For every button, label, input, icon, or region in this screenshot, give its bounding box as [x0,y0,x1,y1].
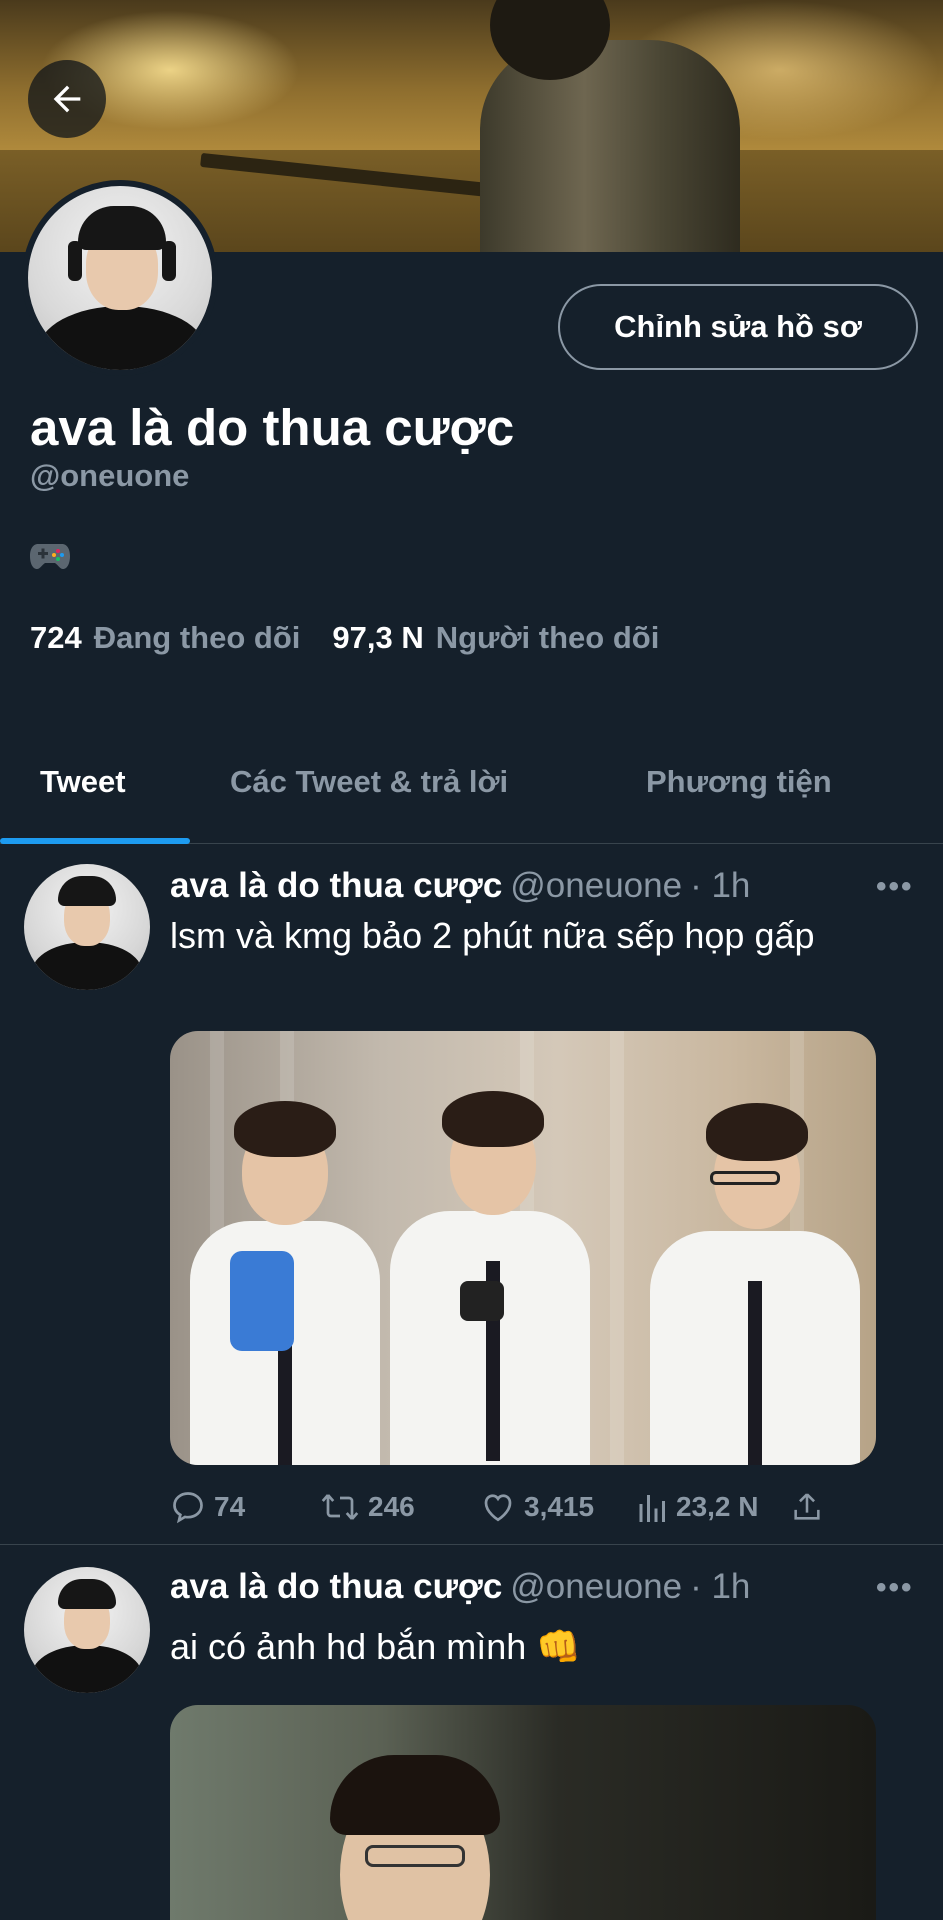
back-button[interactable] [28,60,106,138]
tab-tweets-and-replies[interactable]: Các Tweet & trả lời [230,764,508,800]
profile-screen: Chỉnh sửa hồ sơ ava là do thua cược @one… [0,0,943,1920]
tweet[interactable]: ava là do thua cược @oneuone · 1h ••• ai c… [0,1545,943,1920]
followers-count[interactable]: 97,3 N [332,620,423,656]
share-icon [794,1493,820,1520]
tweet-author-name[interactable]: ava là do thua cược [170,866,502,905]
tweet-text: lsm và kmg bảo 2 phút nữa sếp họp gấp [170,915,815,956]
tweet-time: · 1h [690,866,751,905]
reply-count: 74 [214,1491,246,1522]
edit-profile-button[interactable]: Chỉnh sửa hồ sơ [558,284,918,370]
retweet-icon [321,1494,359,1520]
tab-media[interactable]: Phương tiện [646,764,832,800]
views-button[interactable]: 23,2 N [638,1489,759,1525]
profile-avatar[interactable] [22,180,218,376]
tweet-media-image[interactable] [170,1705,876,1920]
followers-label[interactable]: Người theo dõi [436,620,660,656]
retweet-button[interactable]: 246 [320,1489,415,1525]
like-count: 3,415 [524,1491,595,1522]
tweet-header: ava là do thua cược @oneuone · 1h [170,1567,750,1607]
like-button[interactable]: 3,415 [480,1489,594,1525]
heart-icon [484,1494,512,1522]
share-button[interactable] [790,1489,832,1525]
profile-display-name: ava là do thua cược [30,399,515,456]
game-controller-icon [30,544,70,569]
reply-button[interactable]: 74 [170,1489,245,1525]
view-count: 23,2 N [676,1491,759,1522]
profile-handle: @oneuone [30,458,190,493]
following-label[interactable]: Đang theo dõi [94,620,301,656]
following-count[interactable]: 724 [30,620,82,656]
tweet-text: ai có ảnh hd bắn mình 👊 [170,1626,582,1667]
tweet-time: · 1h [690,1567,751,1606]
tweet-author-handle[interactable]: @oneuone [510,1567,682,1606]
tweet-author-avatar[interactable] [24,1567,150,1693]
profile-tabs: Tweet Các Tweet & trả lời Phương tiện [0,740,943,844]
arrow-left-icon [53,85,81,113]
tweet[interactable]: ava là do thua cược @oneuone · 1h ••• lsm … [0,844,943,1544]
tab-tweets[interactable]: Tweet [40,764,126,800]
analytics-icon [639,1495,665,1522]
tweet-author-name[interactable]: ava là do thua cược [170,1567,502,1606]
tweet-header: ava là do thua cược @oneuone · 1h [170,866,750,906]
tweet-media-image[interactable] [170,1031,876,1465]
tweet-author-avatar[interactable] [24,864,150,990]
more-options-icon[interactable]: ••• [876,1571,914,1605]
tweet-author-handle[interactable]: @oneuone [510,866,682,905]
more-options-icon[interactable]: ••• [876,870,914,904]
tweet-actions: 74 246 3,415 23,2 N [170,1489,890,1539]
profile-stats: 724 Đang theo dõi 97,3 N Người theo dõi [30,620,691,656]
retweet-count: 246 [368,1491,415,1522]
reply-icon [173,1492,203,1524]
